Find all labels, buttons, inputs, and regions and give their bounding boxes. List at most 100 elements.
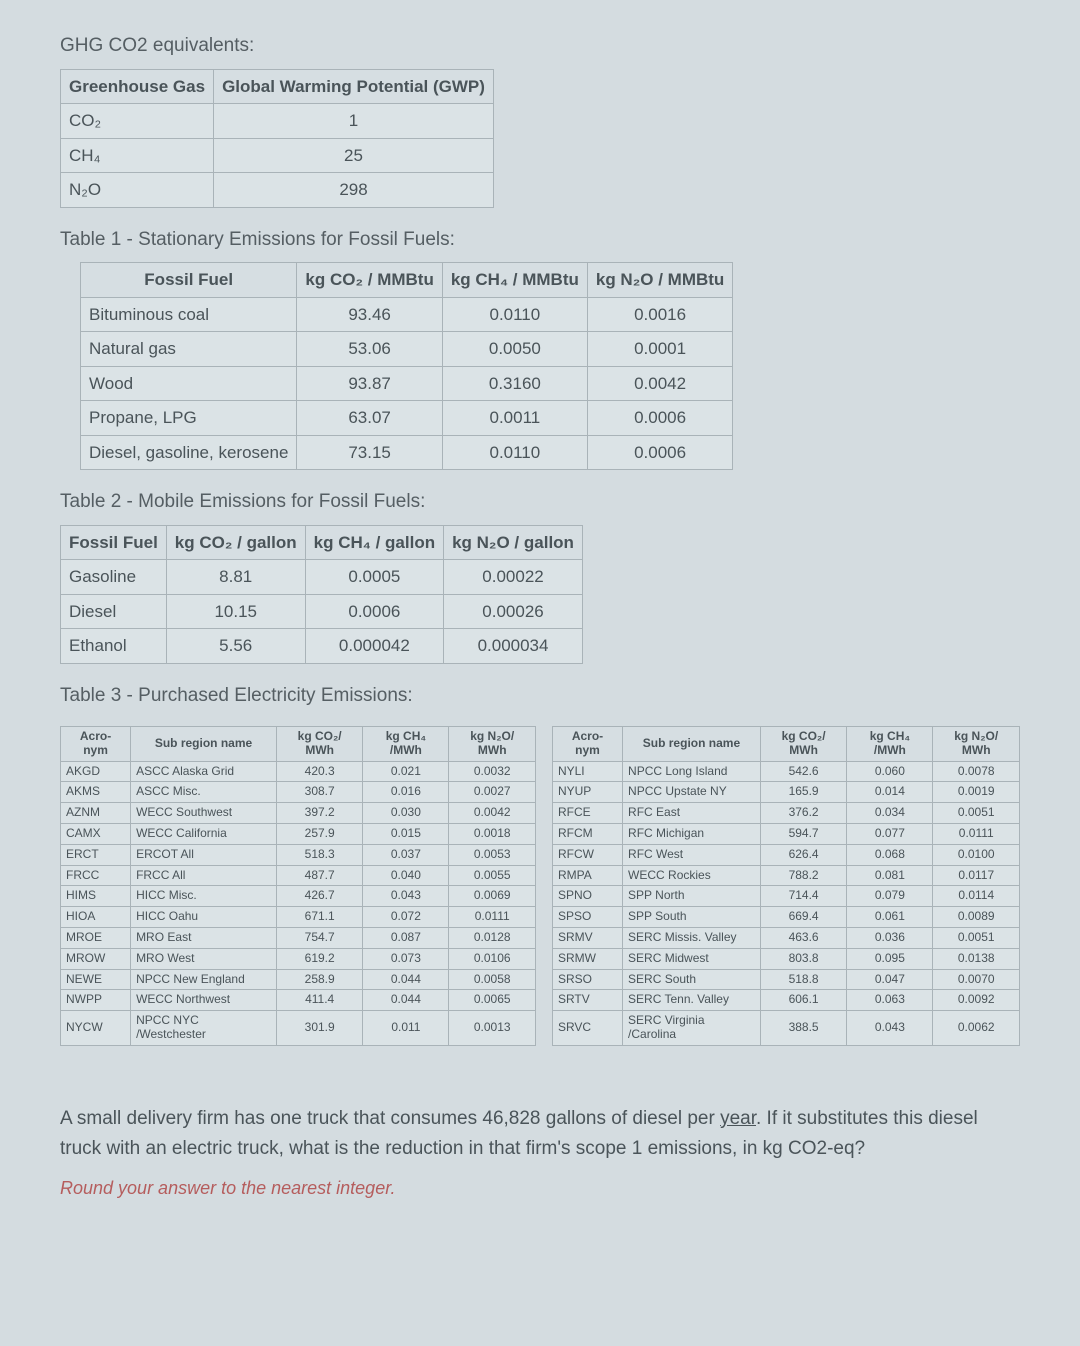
t3-n2o: 0.0058	[449, 969, 536, 990]
t2-ch4: 0.0005	[305, 560, 443, 595]
t3-sub: WECC Southwest	[131, 803, 277, 824]
t3-ch4: 0.043	[363, 886, 449, 907]
t1-n2o: 0.0001	[587, 332, 732, 367]
t3-ch4: 0.043	[847, 1011, 933, 1046]
t3-sub: NPCC New England	[131, 969, 277, 990]
t3-co2: 376.2	[760, 803, 846, 824]
t2-ch4: 0.000042	[305, 629, 443, 664]
t3-sub: SERC Missis. Valley	[623, 927, 761, 948]
t1-co2: 73.15	[297, 435, 442, 470]
t3-ch4: 0.068	[847, 844, 933, 865]
t3-n2o: 0.0055	[449, 865, 536, 886]
t3-n2o: 0.0078	[933, 761, 1020, 782]
t3-co2: 388.5	[760, 1011, 846, 1046]
t1-h2: kg CO₂ / MMBtu	[297, 263, 442, 298]
gwp-h2: Global Warming Potential (GWP)	[214, 69, 494, 104]
gwp-gas: CO₂	[61, 104, 214, 139]
t3-n2o: 0.0062	[933, 1011, 1020, 1046]
t3-co2: 626.4	[760, 844, 846, 865]
t3-co2: 803.8	[760, 948, 846, 969]
t1-ch4: 0.0110	[442, 435, 587, 470]
t3-acro: NYLI	[552, 761, 622, 782]
t3-acro: RFCM	[552, 823, 622, 844]
question-text: A small delivery firm has one truck that…	[60, 1104, 1020, 1165]
t3-n2o: 0.0111	[449, 907, 536, 928]
t3-header: kg N₂O/ MWh	[449, 727, 536, 762]
t3-acro: NYCW	[61, 1011, 131, 1046]
t3-ch4: 0.014	[847, 782, 933, 803]
t3-ch4: 0.040	[363, 865, 449, 886]
t3-n2o: 0.0042	[449, 803, 536, 824]
t3-sub: MRO West	[131, 948, 277, 969]
t3-acro: RFCW	[552, 844, 622, 865]
t3-sub: ASCC Alaska Grid	[131, 761, 277, 782]
t2-fuel: Gasoline	[61, 560, 167, 595]
t3-sub: SERC South	[623, 969, 761, 990]
t3-co2: 487.7	[276, 865, 362, 886]
t3-n2o: 0.0070	[933, 969, 1020, 990]
t3-ch4: 0.073	[363, 948, 449, 969]
t3-acro: AZNM	[61, 803, 131, 824]
t3-sub: HICC Oahu	[131, 907, 277, 928]
t1-ch4: 0.0110	[442, 297, 587, 332]
t3-sub: WECC Northwest	[131, 990, 277, 1011]
t3-acro: NEWE	[61, 969, 131, 990]
t3-header: kg N₂O/ MWh	[933, 727, 1020, 762]
t1-fuel: Propane, LPG	[81, 401, 297, 436]
t3-acro: CAMX	[61, 823, 131, 844]
t3-co2: 518.8	[760, 969, 846, 990]
t3-co2: 754.7	[276, 927, 362, 948]
t3-co2: 420.3	[276, 761, 362, 782]
t3-co2: 257.9	[276, 823, 362, 844]
t3-n2o: 0.0032	[449, 761, 536, 782]
t3-co2: 788.2	[760, 865, 846, 886]
t3-acro: NYUP	[552, 782, 622, 803]
t2-fuel: Ethanol	[61, 629, 167, 664]
t2-h3: kg CH₄ / gallon	[305, 525, 443, 560]
t3-co2: 606.1	[760, 990, 846, 1011]
t3-n2o: 0.0051	[933, 927, 1020, 948]
t2-n2o: 0.000034	[444, 629, 583, 664]
table3-left: Acro- nymSub region namekg CO₂/ MWhkg CH…	[60, 726, 536, 1046]
t3-sub: RFC Michigan	[623, 823, 761, 844]
t1-n2o: 0.0006	[587, 401, 732, 436]
t3-ch4: 0.011	[363, 1011, 449, 1046]
t3-sub: NPCC NYC /Westchester	[131, 1011, 277, 1046]
t1-co2: 53.06	[297, 332, 442, 367]
t3-co2: 463.6	[760, 927, 846, 948]
t3-co2: 411.4	[276, 990, 362, 1011]
t2-co2: 5.56	[166, 629, 305, 664]
t3-acro: RFCE	[552, 803, 622, 824]
t3-header: kg CH₄ /MWh	[847, 727, 933, 762]
t3-co2: 308.7	[276, 782, 362, 803]
t3-acro: HIMS	[61, 886, 131, 907]
t1-n2o: 0.0006	[587, 435, 732, 470]
t3-header: Acro- nym	[552, 727, 622, 762]
t1-co2: 93.46	[297, 297, 442, 332]
t3-acro: RMPA	[552, 865, 622, 886]
t2-n2o: 0.00022	[444, 560, 583, 595]
t3-co2: 714.4	[760, 886, 846, 907]
t3-acro: AKMS	[61, 782, 131, 803]
t3-acro: SPNO	[552, 886, 622, 907]
t3-acro: SRSO	[552, 969, 622, 990]
t3-sub: RFC East	[623, 803, 761, 824]
t3-ch4: 0.021	[363, 761, 449, 782]
t3-ch4: 0.077	[847, 823, 933, 844]
t3-ch4: 0.081	[847, 865, 933, 886]
t3-co2: 518.3	[276, 844, 362, 865]
t3-ch4: 0.095	[847, 948, 933, 969]
t3-sub: NPCC Long Island	[623, 761, 761, 782]
t1-fuel: Wood	[81, 366, 297, 401]
t2-ch4: 0.0006	[305, 594, 443, 629]
t3-title: Table 3 - Purchased Electricity Emission…	[60, 682, 1020, 711]
gwp-val: 1	[214, 104, 494, 139]
t1-ch4: 0.0050	[442, 332, 587, 367]
t3-acro: MROW	[61, 948, 131, 969]
t3-n2o: 0.0128	[449, 927, 536, 948]
gwp-h1: Greenhouse Gas	[61, 69, 214, 104]
gwp-gas: N₂O	[61, 173, 214, 208]
t3-sub: WECC California	[131, 823, 277, 844]
t3-acro: HIOA	[61, 907, 131, 928]
t3-acro: SRVC	[552, 1011, 622, 1046]
